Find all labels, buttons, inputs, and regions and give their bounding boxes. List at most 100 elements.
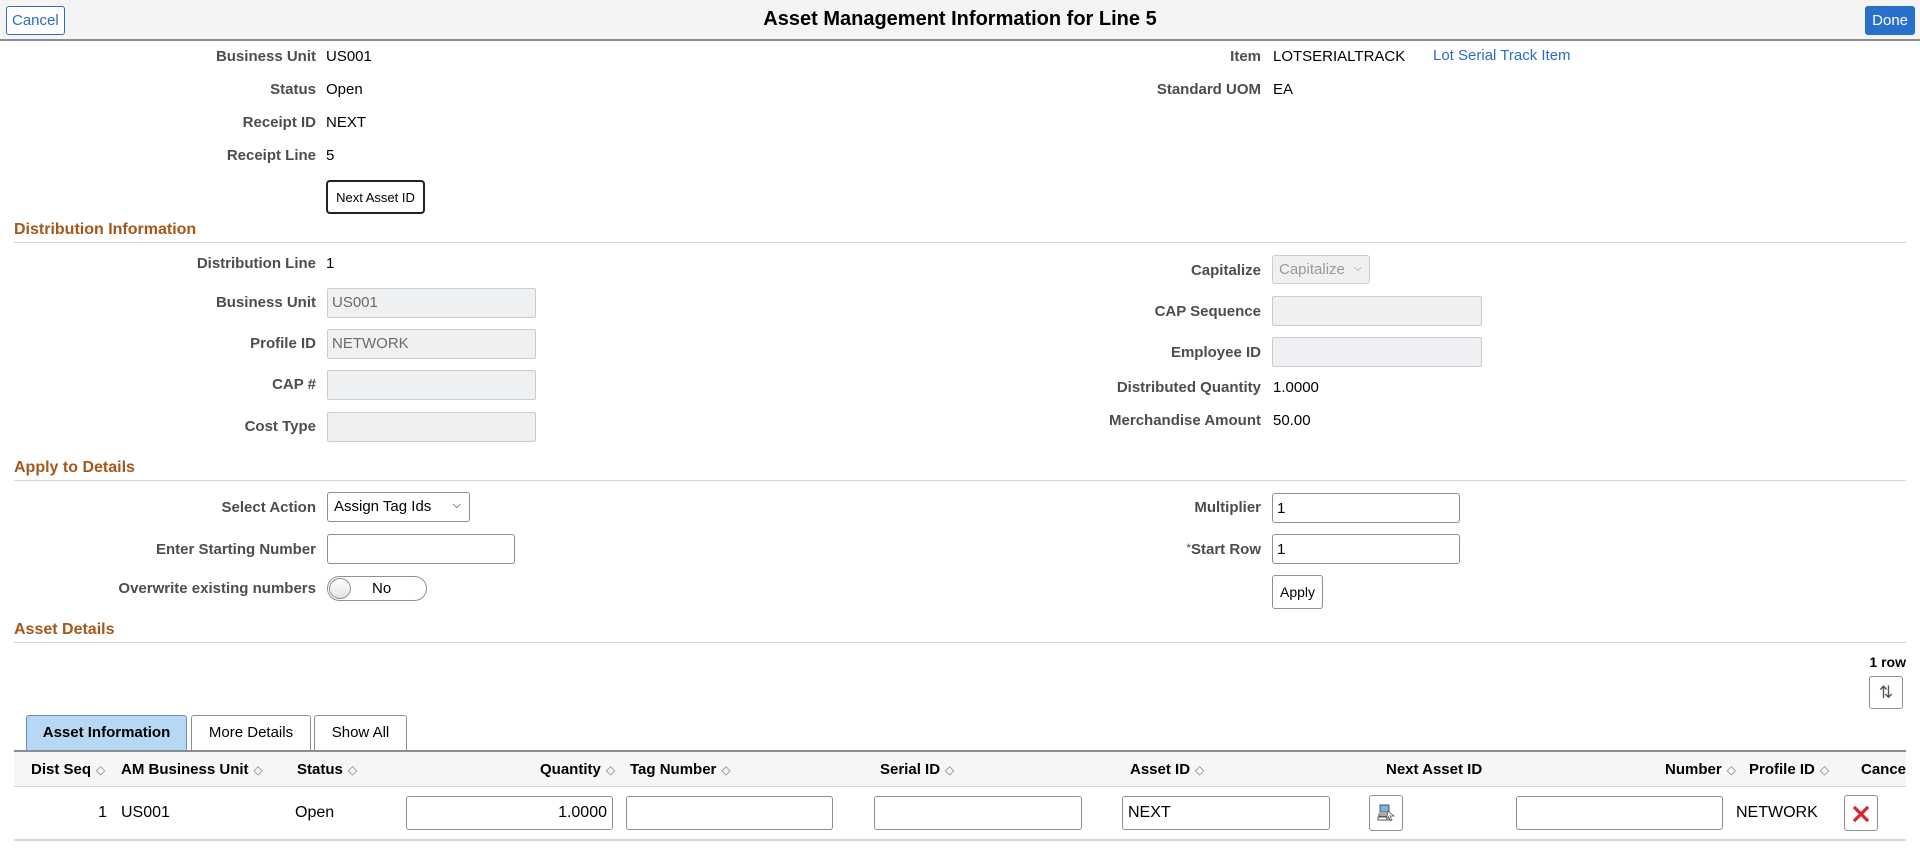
multiplier-label: Multiplier xyxy=(1194,499,1261,516)
next-asset-id-button[interactable]: Next Asset ID xyxy=(326,180,425,214)
cap-number-label: CAP # xyxy=(272,376,316,393)
sort-icon: ◇ xyxy=(1195,763,1205,777)
item-description-link[interactable]: Lot Serial Track Item xyxy=(1433,47,1571,64)
standard-uom-label: Standard UOM xyxy=(1156,81,1261,98)
sort-icon: ◇ xyxy=(945,763,955,777)
start-row-input[interactable] xyxy=(1272,534,1460,564)
item-value: LOTSERIALTRACK xyxy=(1273,48,1406,65)
number-input[interactable] xyxy=(1516,796,1723,830)
profile-id-cell: NETWORK xyxy=(1736,804,1818,821)
distribution-info-heading: Distribution Information xyxy=(14,221,197,238)
cap-number-field xyxy=(327,370,536,400)
capitalize-select-value: Capitalize xyxy=(1279,261,1345,278)
sort-icon: ◇ xyxy=(96,763,106,777)
column-label: Serial ID xyxy=(880,761,941,778)
column-label: Number xyxy=(1665,761,1722,778)
profile-id-field: NETWORK xyxy=(327,329,536,359)
sort-order-button[interactable]: ⇅ xyxy=(1869,676,1903,709)
profile-id-label: Profile ID xyxy=(250,335,316,352)
chevron-down-icon: ⌵ xyxy=(452,499,461,511)
standard-uom-value: EA xyxy=(1273,81,1294,98)
row-count: 1 row xyxy=(1869,654,1906,670)
distributed-quantity-value: 1.0000 xyxy=(1273,379,1319,396)
asset-table-header: Dist Seq ◇ AM Business Unit ◇ Status ◇ Quan… xyxy=(14,750,1906,787)
status-cell: Open xyxy=(295,804,335,821)
tab-asset-information[interactable]: Asset Information xyxy=(26,715,187,750)
asset-details-heading: Asset Details xyxy=(14,621,115,638)
column-header-asset-id[interactable]: Asset ID ◇ xyxy=(1130,761,1204,778)
page-header: Cancel Asset Management Information for … xyxy=(0,0,1920,41)
receipt-line-label: Receipt Line xyxy=(226,147,316,164)
select-action-value: Assign Tag Ids xyxy=(334,498,432,515)
receipt-line-value: 5 xyxy=(326,147,335,164)
sort-icon: ◇ xyxy=(347,763,358,777)
starting-number-input[interactable] xyxy=(327,534,515,564)
merchandise-amount-value: 50.00 xyxy=(1273,412,1311,429)
quantity-input[interactable] xyxy=(406,796,613,830)
capitalize-label: Capitalize xyxy=(1190,262,1261,279)
section-divider xyxy=(14,642,1906,643)
dist-seq-cell: 1 xyxy=(98,804,107,821)
tab-more-details[interactable]: More Details xyxy=(191,715,311,750)
status-value: Open xyxy=(326,81,363,98)
next-asset-id-lookup-button[interactable] xyxy=(1369,795,1403,831)
merchandise-amount-label: Merchandise Amount xyxy=(1109,412,1261,429)
column-label: Asset ID xyxy=(1130,761,1191,778)
red-x-icon xyxy=(1852,805,1870,823)
apply-button[interactable]: Apply xyxy=(1272,575,1323,609)
column-label: Quantity xyxy=(540,761,601,778)
done-button[interactable]: Done xyxy=(1865,6,1915,35)
column-header-quantity[interactable]: Quantity ◇ xyxy=(540,761,615,778)
column-header-serial-id[interactable]: Serial ID ◇ xyxy=(880,761,954,778)
select-action-dropdown[interactable]: Assign Tag Ids ⌵ xyxy=(327,492,470,522)
table-row: 1 US001 Open NETWORK xyxy=(14,787,1906,841)
column-header-tag-number[interactable]: Tag Number ◇ xyxy=(630,761,731,778)
tag-number-input[interactable] xyxy=(626,796,833,830)
column-label: Tag Number xyxy=(630,761,717,778)
column-header-dist-seq[interactable]: Dist Seq ◇ xyxy=(31,761,105,778)
toggle-knob xyxy=(329,578,351,599)
sort-icon: ◇ xyxy=(605,763,616,777)
multiplier-input[interactable] xyxy=(1272,493,1460,523)
apply-to-details-heading: Apply to Details xyxy=(14,459,135,476)
tab-show-all[interactable]: Show All xyxy=(314,715,407,750)
column-label: Dist Seq xyxy=(31,761,92,778)
business-unit-value: US001 xyxy=(326,48,372,65)
overwrite-toggle[interactable]: No xyxy=(327,576,427,601)
sort-icon: ◇ xyxy=(1819,763,1830,777)
select-action-label: Select Action xyxy=(221,499,316,516)
cancel-row-button[interactable] xyxy=(1844,795,1878,831)
sort-icon: ◇ xyxy=(721,763,731,777)
overwrite-label: Overwrite existing numbers xyxy=(118,580,316,597)
column-header-am-business-unit[interactable]: AM Business Unit ◇ xyxy=(121,761,263,778)
distributed-quantity-label: Distributed Quantity xyxy=(1116,379,1261,396)
overwrite-toggle-value: No xyxy=(372,580,392,597)
starting-number-label: Enter Starting Number xyxy=(155,541,316,558)
distribution-line-value: 1 xyxy=(326,255,335,272)
column-header-number[interactable]: Number ◇ xyxy=(1665,761,1736,778)
capitalize-select: Capitalize ⌵ xyxy=(1272,255,1370,284)
cost-type-label: Cost Type xyxy=(244,418,316,435)
status-label: Status xyxy=(270,81,316,98)
am-business-unit-cell: US001 xyxy=(121,804,170,821)
section-divider xyxy=(14,480,1906,481)
cost-type-field xyxy=(327,412,536,442)
item-label: Item xyxy=(1230,48,1261,65)
dist-business-unit-label: Business Unit xyxy=(215,294,316,311)
serial-id-input[interactable] xyxy=(874,796,1082,830)
column-header-profile-id[interactable]: Profile ID ◇ xyxy=(1749,761,1829,778)
business-unit-label: Business Unit xyxy=(215,48,316,65)
start-row-label-text: Start Row xyxy=(1190,541,1261,558)
column-label: Status xyxy=(297,761,343,778)
cap-sequence-field xyxy=(1272,296,1482,326)
column-header-cancel: Cancel xyxy=(1861,761,1906,778)
page-title: Asset Management Information for Line 5 xyxy=(763,8,1157,30)
receipt-id-value: NEXT xyxy=(326,114,367,131)
start-row-label: *Start Row xyxy=(1186,541,1261,558)
computer-cursor-icon xyxy=(1377,804,1396,822)
asset-id-input[interactable] xyxy=(1122,796,1330,830)
section-divider xyxy=(14,242,1906,243)
sort-icon: ◇ xyxy=(253,763,263,777)
receipt-id-label: Receipt ID xyxy=(242,114,316,131)
column-header-status[interactable]: Status ◇ xyxy=(297,761,357,778)
